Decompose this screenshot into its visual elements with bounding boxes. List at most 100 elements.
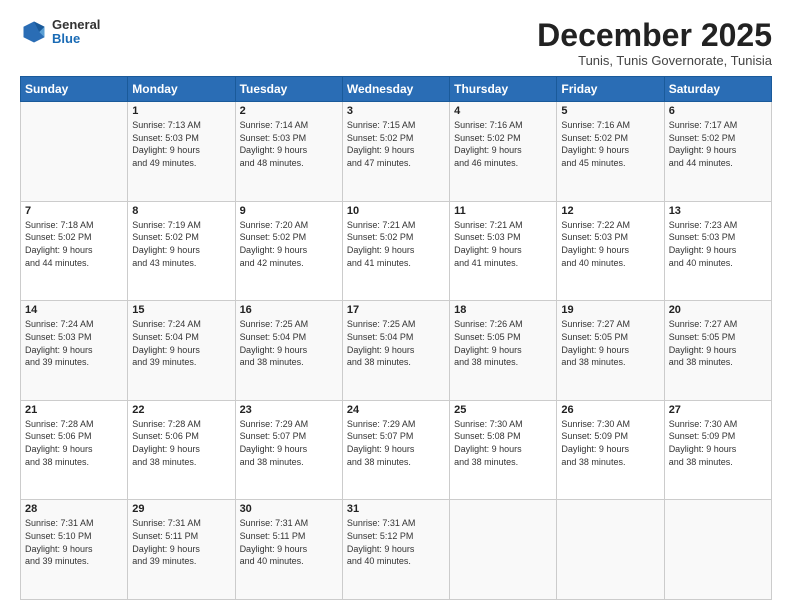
- calendar-cell: 7 Sunrise: 7:18 AM Sunset: 5:02 PM Daylig…: [21, 201, 128, 301]
- calendar-cell: 15 Sunrise: 7:24 AM Sunset: 5:04 PM Dayli…: [128, 301, 235, 401]
- calendar-cell: 16Sunrise: 7:25 AM Sunset: 5:04 PM Dayli…: [235, 301, 342, 401]
- header: General Blue December 2025 Tunis, Tunis …: [20, 18, 772, 68]
- day-info: Sunrise: 7:31 AM Sunset: 5:10 PM Dayligh…: [25, 517, 123, 567]
- calendar-cell: 2 Sunrise: 7:14 AM Sunset: 5:03 PM Daylig…: [235, 102, 342, 202]
- day-number: 20: [669, 304, 767, 316]
- calendar-cell: 14 Sunrise: 7:24 AM Sunset: 5:03 PM Dayli…: [21, 301, 128, 401]
- calendar-week-2: 7 Sunrise: 7:18 AM Sunset: 5:02 PM Daylig…: [21, 201, 772, 301]
- header-cell-wednesday: Wednesday: [342, 77, 449, 102]
- day-info: Sunrise: 7:17 AM Sunset: 5:02 PM Dayligh…: [669, 119, 767, 169]
- calendar-cell: 20 Sunrise: 7:27 AM Sunset: 5:05 PM Dayli…: [664, 301, 771, 401]
- page-subtitle: Tunis, Tunis Governorate, Tunisia: [537, 53, 772, 68]
- day-info: Sunrise: 7:31 AM Sunset: 5:11 PM Dayligh…: [240, 517, 338, 567]
- page: General Blue December 2025 Tunis, Tunis …: [0, 0, 792, 612]
- day-info: Sunrise: 7:27 AM Sunset: 5:05 PM Dayligh…: [561, 318, 659, 368]
- day-number: 3: [347, 105, 445, 117]
- calendar-cell: [664, 500, 771, 600]
- day-number: 30: [240, 503, 338, 515]
- day-info: Sunrise: 7:18 AM Sunset: 5:02 PM Dayligh…: [25, 219, 123, 269]
- logo-general-text: General: [52, 18, 100, 32]
- calendar-cell: 4 Sunrise: 7:16 AM Sunset: 5:02 PM Daylig…: [450, 102, 557, 202]
- day-number: 27: [669, 404, 767, 416]
- day-number: 29: [132, 503, 230, 515]
- calendar-cell: 12 Sunrise: 7:22 AM Sunset: 5:03 PM Dayli…: [557, 201, 664, 301]
- calendar-cell: 29 Sunrise: 7:31 AM Sunset: 5:11 PM Dayli…: [128, 500, 235, 600]
- day-number: 5: [561, 105, 659, 117]
- day-info: Sunrise: 7:28 AM Sunset: 5:06 PM Dayligh…: [132, 418, 230, 468]
- day-info: Sunrise: 7:30 AM Sunset: 5:08 PM Dayligh…: [454, 418, 552, 468]
- day-number: 23: [240, 404, 338, 416]
- day-info: Sunrise: 7:30 AM Sunset: 5:09 PM Dayligh…: [669, 418, 767, 468]
- day-number: 31: [347, 503, 445, 515]
- calendar-cell: 23 Sunrise: 7:29 AM Sunset: 5:07 PM Dayli…: [235, 400, 342, 500]
- calendar-cell: 17 Sunrise: 7:25 AM Sunset: 5:04 PM Dayli…: [342, 301, 449, 401]
- day-info: Sunrise: 7:23 AM Sunset: 5:03 PM Dayligh…: [669, 219, 767, 269]
- calendar-cell: 6Sunrise: 7:17 AM Sunset: 5:02 PM Daylig…: [664, 102, 771, 202]
- calendar-week-4: 21 Sunrise: 7:28 AM Sunset: 5:06 PM Dayli…: [21, 400, 772, 500]
- day-number: 2: [240, 105, 338, 117]
- header-cell-thursday: Thursday: [450, 77, 557, 102]
- day-info: Sunrise: 7:13 AM Sunset: 5:03 PM Dayligh…: [132, 119, 230, 169]
- calendar-cell: 31 Sunrise: 7:31 AM Sunset: 5:12 PM Dayli…: [342, 500, 449, 600]
- calendar-cell: 11 Sunrise: 7:21 AM Sunset: 5:03 PM Dayli…: [450, 201, 557, 301]
- day-number: 19: [561, 304, 659, 316]
- day-number: 21: [25, 404, 123, 416]
- day-info: Sunrise: 7:31 AM Sunset: 5:11 PM Dayligh…: [132, 517, 230, 567]
- calendar-cell: 25 Sunrise: 7:30 AM Sunset: 5:08 PM Dayli…: [450, 400, 557, 500]
- day-number: 4: [454, 105, 552, 117]
- day-info: Sunrise: 7:29 AM Sunset: 5:07 PM Dayligh…: [240, 418, 338, 468]
- calendar-cell: 10Sunrise: 7:21 AM Sunset: 5:02 PM Dayli…: [342, 201, 449, 301]
- day-number: 16: [240, 304, 338, 316]
- day-info: Sunrise: 7:31 AM Sunset: 5:12 PM Dayligh…: [347, 517, 445, 567]
- logo: General Blue: [20, 18, 100, 47]
- day-number: 25: [454, 404, 552, 416]
- day-info: Sunrise: 7:24 AM Sunset: 5:03 PM Dayligh…: [25, 318, 123, 368]
- calendar-cell: 27 Sunrise: 7:30 AM Sunset: 5:09 PM Dayli…: [664, 400, 771, 500]
- day-number: 7: [25, 205, 123, 217]
- page-title: December 2025: [537, 18, 772, 53]
- day-info: Sunrise: 7:27 AM Sunset: 5:05 PM Dayligh…: [669, 318, 767, 368]
- calendar-cell: 28Sunrise: 7:31 AM Sunset: 5:10 PM Dayli…: [21, 500, 128, 600]
- calendar-cell: 18 Sunrise: 7:26 AM Sunset: 5:05 PM Dayli…: [450, 301, 557, 401]
- calendar-cell: 13Sunrise: 7:23 AM Sunset: 5:03 PM Dayli…: [664, 201, 771, 301]
- title-block: December 2025 Tunis, Tunis Governorate, …: [537, 18, 772, 68]
- day-info: Sunrise: 7:22 AM Sunset: 5:03 PM Dayligh…: [561, 219, 659, 269]
- header-row: SundayMondayTuesdayWednesdayThursdayFrid…: [21, 77, 772, 102]
- day-info: Sunrise: 7:14 AM Sunset: 5:03 PM Dayligh…: [240, 119, 338, 169]
- calendar-cell: 19 Sunrise: 7:27 AM Sunset: 5:05 PM Dayli…: [557, 301, 664, 401]
- calendar-week-3: 14 Sunrise: 7:24 AM Sunset: 5:03 PM Dayli…: [21, 301, 772, 401]
- day-number: 22: [132, 404, 230, 416]
- day-info: Sunrise: 7:16 AM Sunset: 5:02 PM Dayligh…: [454, 119, 552, 169]
- day-number: 17: [347, 304, 445, 316]
- calendar-cell: 8Sunrise: 7:19 AM Sunset: 5:02 PM Daylig…: [128, 201, 235, 301]
- calendar-cell: [557, 500, 664, 600]
- logo-text: General Blue: [52, 18, 100, 47]
- day-info: Sunrise: 7:25 AM Sunset: 5:04 PM Dayligh…: [347, 318, 445, 368]
- header-cell-friday: Friday: [557, 77, 664, 102]
- day-number: 15: [132, 304, 230, 316]
- day-info: Sunrise: 7:24 AM Sunset: 5:04 PM Dayligh…: [132, 318, 230, 368]
- calendar-cell: 9Sunrise: 7:20 AM Sunset: 5:02 PM Daylig…: [235, 201, 342, 301]
- header-cell-sunday: Sunday: [21, 77, 128, 102]
- day-number: 12: [561, 205, 659, 217]
- day-info: Sunrise: 7:20 AM Sunset: 5:02 PM Dayligh…: [240, 219, 338, 269]
- day-number: 1: [132, 105, 230, 117]
- day-number: 14: [25, 304, 123, 316]
- day-number: 11: [454, 205, 552, 217]
- day-info: Sunrise: 7:16 AM Sunset: 5:02 PM Dayligh…: [561, 119, 659, 169]
- calendar-cell: 3 Sunrise: 7:15 AM Sunset: 5:02 PM Daylig…: [342, 102, 449, 202]
- calendar-body: 1 Sunrise: 7:13 AM Sunset: 5:03 PM Daylig…: [21, 102, 772, 600]
- header-cell-tuesday: Tuesday: [235, 77, 342, 102]
- day-info: Sunrise: 7:21 AM Sunset: 5:03 PM Dayligh…: [454, 219, 552, 269]
- calendar-week-5: 28Sunrise: 7:31 AM Sunset: 5:10 PM Dayli…: [21, 500, 772, 600]
- day-number: 26: [561, 404, 659, 416]
- day-number: 18: [454, 304, 552, 316]
- day-info: Sunrise: 7:15 AM Sunset: 5:02 PM Dayligh…: [347, 119, 445, 169]
- calendar-cell: 21Sunrise: 7:28 AM Sunset: 5:06 PM Dayli…: [21, 400, 128, 500]
- logo-icon: [20, 18, 48, 46]
- day-info: Sunrise: 7:21 AM Sunset: 5:02 PM Dayligh…: [347, 219, 445, 269]
- day-info: Sunrise: 7:26 AM Sunset: 5:05 PM Dayligh…: [454, 318, 552, 368]
- calendar-cell: [450, 500, 557, 600]
- calendar-cell: [21, 102, 128, 202]
- day-info: Sunrise: 7:19 AM Sunset: 5:02 PM Dayligh…: [132, 219, 230, 269]
